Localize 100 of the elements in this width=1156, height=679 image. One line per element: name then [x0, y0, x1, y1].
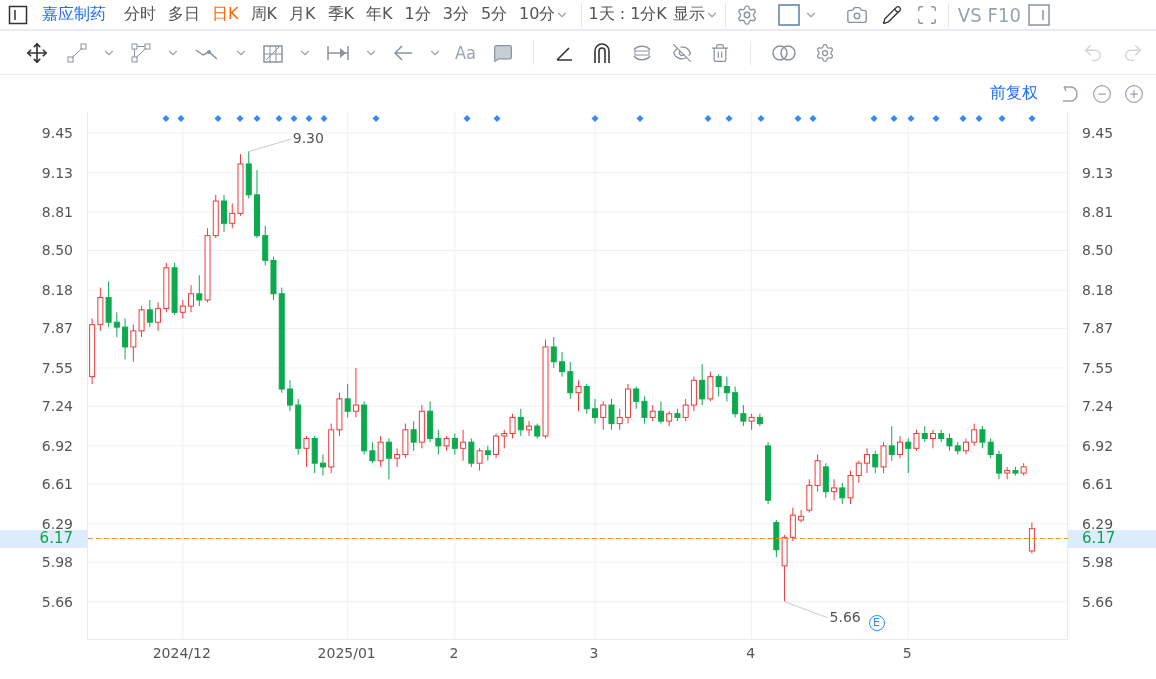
candlestick [591, 398, 598, 425]
y-axis-label: 8.81 [41, 205, 73, 220]
candlestick [278, 287, 285, 394]
candlestick [657, 400, 664, 425]
candlestick [410, 420, 417, 452]
x-axis-label: 5 [902, 645, 912, 661]
period-tab[interactable]: 分时 [118, 4, 162, 25]
adjust-mode-link[interactable]: 前复权 [990, 83, 1038, 104]
candlestick [418, 404, 425, 449]
y-axis-label: 5.98 [41, 555, 73, 570]
candlestick [1012, 466, 1019, 477]
candlestick [484, 445, 491, 462]
candlestick [344, 383, 351, 418]
candlestick [97, 287, 104, 332]
candlestick [567, 361, 574, 400]
candlestick [534, 423, 541, 439]
period-tab[interactable]: 月K [283, 4, 322, 25]
candlestick [427, 400, 434, 443]
period-tab[interactable]: 10分 [513, 4, 576, 25]
period-tab[interactable]: 3分 [436, 4, 475, 25]
y-axis-label: 9.45 [1082, 126, 1114, 140]
period-tab[interactable]: 季K [321, 4, 360, 25]
leader-line [784, 601, 829, 619]
candlestick [188, 284, 195, 313]
candlestick [286, 379, 293, 412]
candlestick [196, 274, 203, 307]
candlestick [822, 462, 829, 499]
candlestick [254, 169, 260, 239]
period-tab[interactable]: 1分 [398, 4, 437, 25]
candlestick [847, 470, 854, 505]
x-axis-label: 4 [746, 645, 756, 661]
candlestick [888, 425, 895, 462]
candlestick [319, 454, 326, 477]
candlestick [641, 395, 648, 425]
candlestick [806, 478, 813, 514]
period-tab[interactable]: 年K [360, 4, 399, 25]
candlestick [649, 404, 656, 422]
candlestick [369, 441, 376, 464]
y-axis-label: 7.87 [41, 321, 73, 336]
y-axis-label: 5.66 [1082, 594, 1114, 609]
x-axis-label: 2025/01 [317, 645, 376, 661]
candlestick [855, 460, 862, 484]
candlestick [880, 441, 887, 474]
candlestick [979, 425, 986, 449]
candlestick [756, 413, 763, 427]
candlestick [690, 376, 697, 412]
candlestick [1004, 466, 1011, 480]
period-tab[interactable]: 多日 [162, 4, 206, 25]
candlestick [831, 478, 838, 501]
range-selector[interactable]: 1天 : 1分K [588, 4, 667, 25]
candlestick [155, 301, 162, 332]
candlestick [781, 534, 788, 603]
y-axis-label: 7.55 [41, 360, 73, 375]
y-axis-label: 8.18 [1082, 283, 1114, 298]
candlestick [559, 351, 566, 378]
period-tab[interactable]: 周K [244, 4, 283, 25]
y-axis-label: 7.55 [1082, 360, 1114, 375]
candlestick [542, 339, 549, 439]
candlestick [575, 379, 582, 412]
candlestick [138, 305, 145, 338]
candlestick [377, 435, 384, 468]
candlestick [897, 435, 903, 459]
candlestick [493, 433, 500, 459]
candlestick [451, 433, 458, 456]
candlestick [311, 435, 318, 474]
candlestick [814, 454, 821, 493]
candlestick [336, 392, 343, 437]
leader-line [248, 138, 292, 153]
candlestick [633, 386, 640, 410]
candlestick [699, 363, 706, 406]
y-axis-label: 6.61 [1082, 477, 1114, 492]
candlestick [550, 336, 557, 369]
candlestick [765, 441, 772, 505]
candlestick [130, 324, 137, 363]
stock-name: 嘉应制药 [42, 4, 106, 25]
y-axis-label: 6.29 [41, 516, 73, 531]
candlestick [460, 429, 467, 462]
candlestick [740, 404, 747, 427]
candlestick [229, 203, 236, 229]
candlestick [212, 194, 219, 239]
candlestick [954, 441, 961, 456]
candlestick [352, 367, 359, 418]
display-menu[interactable]: 显示 [672, 4, 705, 25]
candlestick [361, 400, 368, 456]
candlestick [624, 383, 631, 425]
candlestick [303, 435, 310, 468]
y-axis-label: 9.13 [1082, 165, 1114, 180]
candlestick [798, 509, 805, 524]
period-tab[interactable]: 5分 [474, 4, 514, 25]
candlestick [715, 373, 722, 397]
y-axis-label: 6.29 [1082, 516, 1114, 531]
candlestick [921, 425, 928, 443]
candlestick [682, 398, 689, 422]
candlestick [468, 437, 475, 468]
candlestick [221, 194, 228, 233]
candlestick [476, 447, 483, 472]
candlestick [608, 398, 615, 431]
y-axis-label: 8.81 [1082, 205, 1114, 220]
candlestick [179, 299, 186, 319]
candlestick [122, 318, 129, 360]
